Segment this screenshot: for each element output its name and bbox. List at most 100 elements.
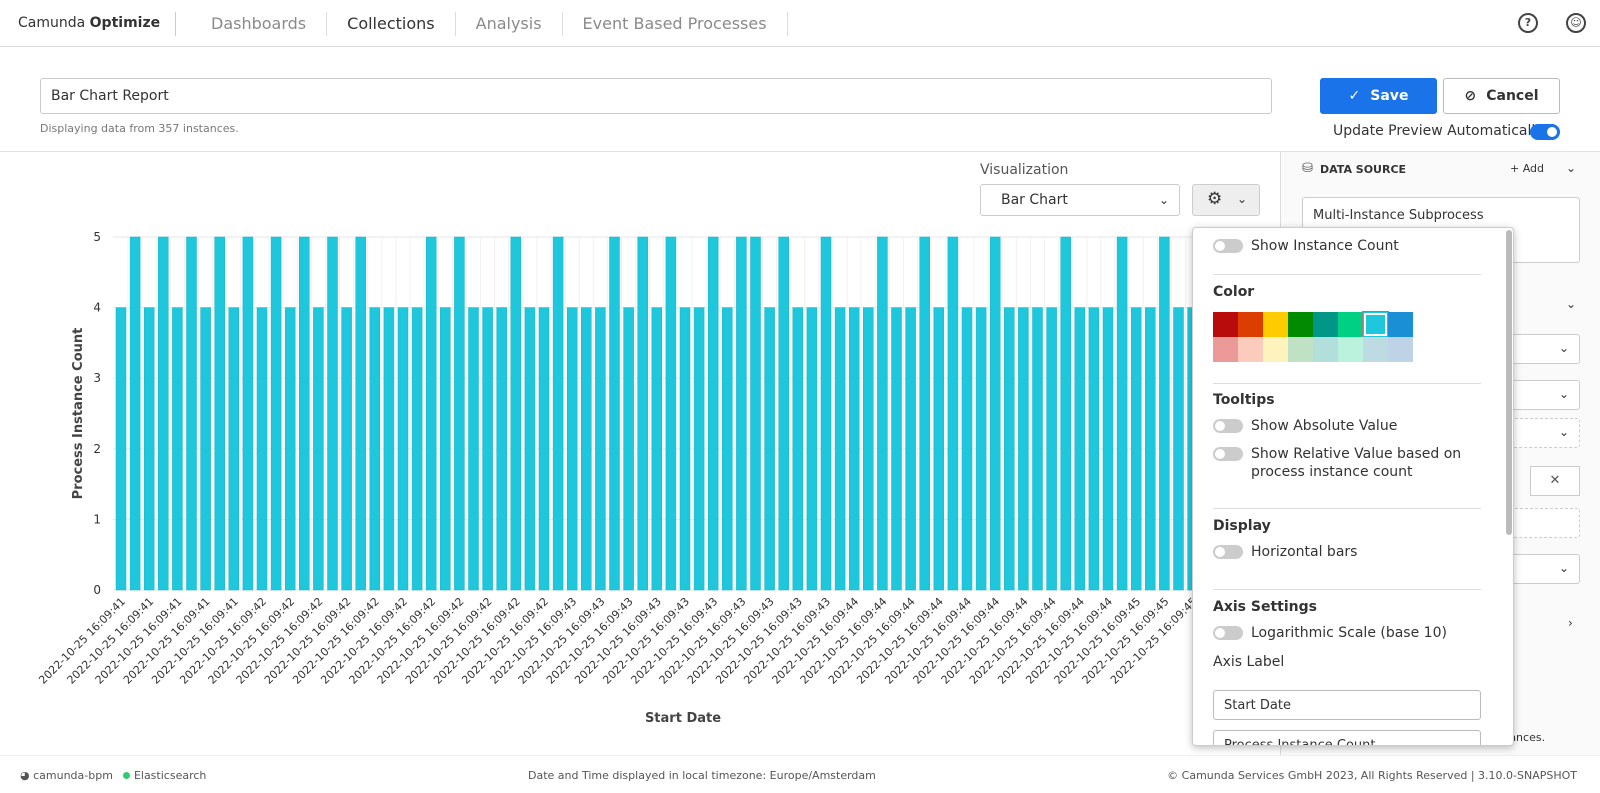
help-icon[interactable]: ? [1518, 13, 1538, 33]
bar [256, 307, 268, 591]
color-swatch[interactable] [1363, 312, 1388, 337]
bar [313, 307, 324, 591]
show-relative-row[interactable]: Show Relative Value based on [1213, 446, 1461, 462]
add-data-source-button[interactable]: + Add [1510, 162, 1544, 175]
main-nav: Dashboards Collections Analysis Event Ba… [191, 0, 788, 47]
color-swatch-light[interactable] [1288, 337, 1313, 362]
bar [581, 307, 592, 591]
absolute-value-toggle[interactable] [1213, 419, 1243, 433]
instance-count-toggle[interactable] [1213, 239, 1243, 253]
copyright: © Camunda Services GmbH 2023, All Rights… [1167, 769, 1577, 782]
cancel-icon: ⊘ [1464, 88, 1477, 104]
bar [820, 236, 832, 591]
close-icon[interactable]: ✕ [1530, 466, 1580, 496]
process-name: Multi-Instance Subprocess [1313, 208, 1484, 223]
save-label: Save [1370, 88, 1409, 104]
y-tick-label: 0 [93, 583, 101, 597]
x-axis-title: Start Date [645, 711, 721, 726]
bar [848, 307, 860, 591]
color-swatch[interactable] [1213, 312, 1238, 337]
color-swatch[interactable] [1238, 312, 1263, 337]
horizontal-bars-row[interactable]: Horizontal bars [1213, 544, 1357, 560]
bar [707, 236, 719, 591]
color-swatch-light[interactable] [1238, 337, 1263, 362]
popover-scrollbar[interactable] [1506, 230, 1512, 535]
color-swatch[interactable] [1263, 312, 1288, 337]
color-swatch-light[interactable] [1363, 337, 1388, 362]
y-tick-label: 5 [93, 230, 101, 244]
chevron-down-icon[interactable]: ⌄ [1566, 161, 1576, 175]
bar [524, 307, 536, 591]
color-swatch-light[interactable] [1213, 337, 1238, 362]
color-swatch[interactable] [1313, 312, 1338, 337]
check-icon: ✓ [1348, 88, 1361, 104]
nav-dashboards[interactable]: Dashboards [191, 12, 328, 36]
auto-update-toggle[interactable] [1530, 124, 1560, 140]
chevron-down-icon: ⌄ [1558, 341, 1569, 355]
save-button[interactable]: ✓ Save [1320, 78, 1437, 114]
bar [200, 307, 211, 591]
bar [595, 307, 606, 591]
color-swatch-light[interactable] [1388, 337, 1413, 362]
bar [947, 236, 959, 591]
y-axis-label-input[interactable] [1213, 730, 1481, 745]
chevron-down-icon[interactable]: ⌄ [1566, 297, 1576, 311]
bar [355, 236, 366, 591]
cancel-button[interactable]: ⊘ Cancel [1443, 78, 1560, 114]
bar [750, 236, 761, 591]
display-heading: Display [1213, 518, 1271, 534]
color-swatch-light[interactable] [1313, 337, 1338, 362]
user-icon[interactable]: ☺ [1566, 13, 1586, 33]
brand-logo[interactable]: Camunda Optimize [18, 15, 160, 31]
bar [482, 307, 493, 591]
bar [397, 307, 409, 591]
bar [1060, 236, 1071, 591]
footer: ◕ camunda-bpm Elasticsearch Date and Time… [0, 755, 1600, 793]
horizontal-bars-toggle[interactable] [1213, 545, 1243, 559]
color-swatch-light[interactable] [1338, 337, 1363, 362]
chevron-down-icon: ⌄ [1158, 193, 1169, 207]
show-absolute-row[interactable]: Show Absolute Value [1213, 418, 1397, 434]
bar [284, 307, 296, 591]
bar [679, 307, 691, 591]
bar [1102, 307, 1114, 591]
chevron-down-icon: ⌄ [1558, 387, 1569, 401]
bar [891, 307, 902, 591]
bar [877, 236, 888, 591]
bar [1088, 307, 1100, 591]
bar [651, 307, 663, 591]
log-scale-toggle[interactable] [1213, 626, 1243, 640]
bar [764, 307, 775, 591]
bar [1018, 307, 1029, 591]
report-name-input[interactable] [40, 78, 1272, 114]
show-absolute-label: Show Absolute Value [1251, 418, 1398, 434]
bar [172, 307, 183, 591]
chart-config-button[interactable]: ⚙ ⌄ [1192, 184, 1260, 216]
visualization-select[interactable]: Bar Chart ⌄ [980, 184, 1180, 216]
x-axis-label-input[interactable] [1213, 690, 1481, 720]
nav-event-based-processes[interactable]: Event Based Processes [563, 12, 788, 36]
color-swatch[interactable] [1288, 312, 1313, 337]
show-instance-count-row[interactable]: Show Instance Count [1213, 238, 1399, 254]
chevron-down-icon: ⌄ [1558, 425, 1569, 439]
color-swatch[interactable] [1338, 312, 1363, 337]
color-swatch-light[interactable] [1263, 337, 1288, 362]
bar [411, 307, 423, 591]
bar [609, 236, 620, 591]
bar [1116, 236, 1128, 591]
relative-value-toggle[interactable] [1213, 447, 1243, 461]
engine-icon: ◕ [20, 769, 34, 782]
bar [228, 307, 240, 591]
nav-collections[interactable]: Collections [327, 12, 456, 36]
database-icon: ⛁ [1302, 161, 1313, 176]
status-dot-icon [122, 772, 130, 779]
bar [989, 236, 1001, 591]
nav-analysis[interactable]: Analysis [456, 12, 563, 36]
chevron-right-icon[interactable]: › [1568, 616, 1573, 630]
bar [1004, 307, 1015, 591]
auto-update-label: Update Preview Automatically [1333, 123, 1544, 139]
bar [919, 236, 930, 591]
log-scale-row[interactable]: Logarithmic Scale (base 10) [1213, 625, 1447, 641]
bar [143, 307, 155, 591]
color-swatch[interactable] [1388, 312, 1413, 337]
